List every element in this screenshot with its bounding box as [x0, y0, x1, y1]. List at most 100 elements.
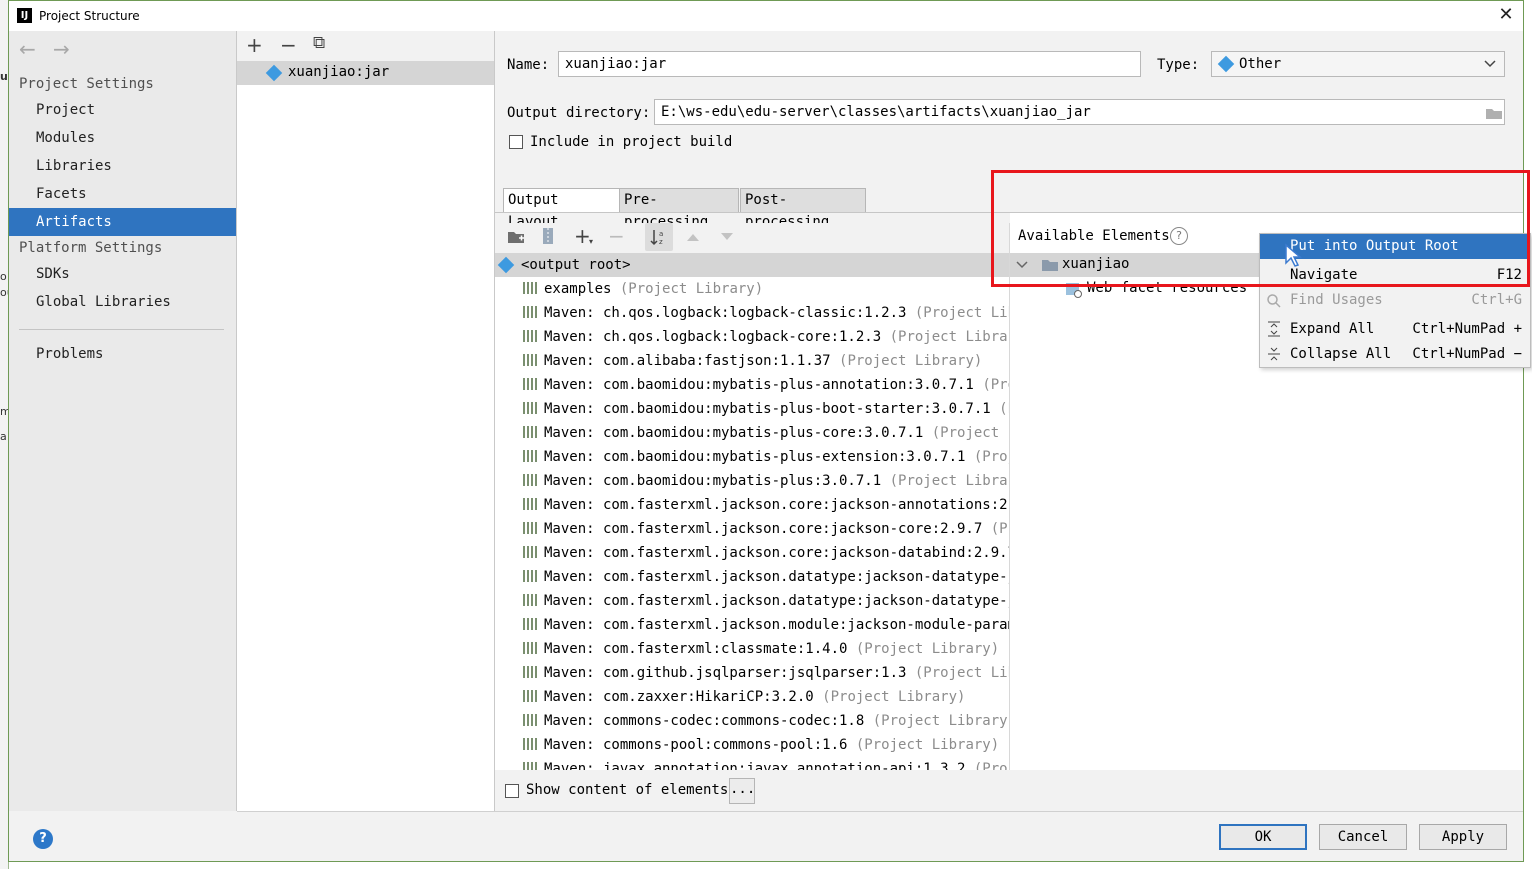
library-name: Maven: commons-pool:commons-pool:1.6: [544, 737, 848, 753]
nav-item-libraries[interactable]: Libraries: [9, 152, 236, 180]
library-detail: (Project Libra: [914, 305, 1009, 321]
library-icon: [523, 498, 538, 510]
library-name: Maven: ch.qos.logback:logback-core:1.2.3: [544, 329, 882, 345]
back-arrow-icon[interactable]: ←: [19, 37, 36, 61]
expand-chevron-icon[interactable]: [1016, 261, 1028, 269]
output-root-node[interactable]: <output root>: [495, 253, 1009, 277]
close-icon[interactable]: ✕: [1495, 4, 1517, 26]
new-directory-icon[interactable]: [507, 229, 525, 245]
library-detail: (Project Library): [855, 737, 1000, 753]
library-row[interactable]: Maven: com.fasterxml.jackson.core:jackso…: [523, 493, 1009, 517]
library-row[interactable]: Maven: ch.qos.logback:logback-classic:1.…: [523, 301, 1009, 325]
create-archive-icon[interactable]: [541, 227, 555, 245]
library-row[interactable]: Maven: com.fasterxml.jackson.core:jackso…: [523, 517, 1009, 541]
library-detail: (Project Libra: [914, 665, 1009, 681]
library-detail: (Project Library): [855, 641, 1000, 657]
library-icon: [523, 378, 538, 390]
help-circle-icon[interactable]: ?: [1170, 227, 1188, 245]
move-up-icon[interactable]: [686, 232, 700, 242]
window-title: Project Structure: [39, 9, 140, 23]
library-row[interactable]: Maven: com.fasterxml:classmate:1.4.0 (Pr…: [523, 637, 999, 661]
remove-icon[interactable]: −: [280, 33, 297, 57]
library-name: Maven: com.github.jsqlparser:jsqlparser:…: [544, 665, 907, 681]
library-row[interactable]: Maven: com.fasterxml.jackson.datatype:ja…: [523, 589, 1010, 613]
nav-item-sdks[interactable]: SDKs: [9, 260, 236, 288]
menu-item-collapse-all[interactable]: Collapse All Ctrl+NumPad −: [1260, 342, 1530, 367]
library-row[interactable]: Maven: commons-pool:commons-pool:1.6 (Pr…: [523, 733, 999, 757]
ok-button[interactable]: OK: [1219, 824, 1307, 850]
apply-button[interactable]: Apply: [1419, 824, 1507, 850]
show-content-label: Show content of elements: [526, 782, 729, 798]
folder-browse-icon[interactable]: [1485, 106, 1503, 120]
library-detail: (Project Library): [839, 353, 983, 369]
remove-element-icon[interactable]: −: [608, 224, 625, 248]
library-row[interactable]: Maven: com.alibaba:fastjson:1.1.37 (Proj…: [523, 349, 982, 373]
library-row[interactable]: Maven: com.baomidou:mybatis-plus-boot-st…: [523, 397, 1009, 421]
library-icon: [523, 714, 538, 726]
library-row[interactable]: Maven: com.zaxxer:HikariCP:3.2.0 (Projec…: [523, 685, 965, 709]
sort-elements-button[interactable]: az: [645, 223, 673, 251]
artifact-item[interactable]: xuanjiao:jar: [237, 61, 494, 85]
show-content-checkbox[interactable]: [505, 784, 519, 798]
library-row[interactable]: Maven: ch.qos.logback:logback-core:1.2.3…: [523, 325, 1009, 349]
add-icon[interactable]: +: [246, 33, 263, 57]
nav-item-global-libraries[interactable]: Global Libraries: [9, 288, 236, 316]
bg-fragment: u: [0, 70, 8, 83]
include-in-build-checkbox[interactable]: [509, 135, 523, 149]
library-name: Maven: com.alibaba:fastjson:1.1.37: [544, 353, 831, 369]
forward-arrow-icon[interactable]: →: [53, 37, 70, 61]
bg-fragment: a: [0, 430, 7, 443]
help-icon[interactable]: ?: [33, 829, 53, 849]
library-icon: [523, 642, 538, 654]
library-row[interactable]: Maven: com.baomidou:mybatis-plus-annotat…: [523, 373, 1009, 397]
library-detail: (Project Library): [872, 713, 1010, 729]
copy-icon[interactable]: ⧉: [313, 33, 325, 53]
library-row[interactable]: Maven: javax.annotation:javax.annotation…: [523, 757, 1009, 770]
menu-item-label: Put into Output Root: [1290, 238, 1459, 254]
library-icon: [523, 282, 538, 294]
output-root-label: <output root>: [521, 257, 631, 273]
tab-pre-processing[interactable]: Pre-processing: [619, 188, 739, 230]
library-row[interactable]: Maven: com.fasterxml.jackson.module:jack…: [523, 613, 1009, 637]
tab-post-processing[interactable]: Post-processing: [740, 188, 866, 230]
move-down-icon[interactable]: [720, 232, 734, 242]
library-detail: (Project Library): [889, 473, 1009, 489]
nav-item-modules[interactable]: Modules: [9, 124, 236, 152]
library-row[interactable]: Maven: com.fasterxml.jackson.core:jackso…: [523, 541, 1009, 565]
bg-fragment: o: [0, 270, 7, 283]
artifacts-list-panel: + − ⧉ xuanjiao:jar: [237, 31, 495, 811]
library-name: Maven: com.baomidou:mybatis-plus-extensi…: [544, 449, 966, 465]
library-row[interactable]: Maven: com.baomidou:mybatis-plus-extensi…: [523, 445, 1009, 469]
library-detail: (Proje: [982, 377, 1009, 393]
web-facet-icon: [1066, 283, 1082, 298]
library-row[interactable]: Maven: com.github.jsqlparser:jsqlparser:…: [523, 661, 1009, 685]
cancel-button[interactable]: Cancel: [1319, 824, 1407, 850]
library-row[interactable]: Maven: com.baomidou:mybatis-plus-core:3.…: [523, 421, 1009, 445]
library-icon: [523, 450, 538, 462]
more-options-button[interactable]: ...: [729, 778, 755, 804]
menu-item-find-usages[interactable]: Find Usages Ctrl+G: [1260, 288, 1530, 313]
type-label: Type:: [1157, 57, 1200, 73]
library-row[interactable]: Maven: com.baomidou:mybatis-plus:3.0.7.1…: [523, 469, 1009, 493]
tab-output-layout[interactable]: Output Layout: [503, 188, 620, 230]
library-row[interactable]: Maven: commons-codec:commons-codec:1.8 (…: [523, 709, 1010, 733]
library-row[interactable]: Maven: com.fasterxml.jackson.datatype:ja…: [523, 565, 1009, 589]
library-detail: (Project Library): [889, 329, 1009, 345]
include-in-build-label: Include in project build: [530, 134, 733, 150]
type-dropdown[interactable]: Other: [1211, 51, 1505, 77]
library-name: Maven: javax.annotation:javax.annotation…: [544, 761, 966, 770]
library-row[interactable]: examples (Project Library): [523, 277, 763, 301]
library-name: Maven: com.baomidou:mybatis-plus-annotat…: [544, 377, 974, 393]
library-detail: (Proj: [990, 521, 1009, 537]
output-directory-label: Output directory:: [507, 105, 651, 121]
menu-item-expand-all[interactable]: Expand All Ctrl+NumPad +: [1260, 317, 1530, 342]
output-directory-field[interactable]: E:\ws-edu\edu-server\classes\artifacts\x…: [654, 99, 1505, 125]
module-name: xuanjiao: [1062, 256, 1130, 272]
nav-item-facets[interactable]: Facets: [9, 180, 236, 208]
name-field[interactable]: xuanjiao:jar: [558, 51, 1141, 77]
nav-item-problems[interactable]: Problems: [9, 340, 236, 368]
library-name: Maven: com.fasterxml.jackson.datatype:ja…: [544, 593, 1010, 609]
nav-item-artifacts[interactable]: Artifacts: [9, 208, 236, 236]
artifacts-toolbar: + − ⧉: [237, 31, 494, 61]
nav-item-project[interactable]: Project: [9, 96, 236, 124]
